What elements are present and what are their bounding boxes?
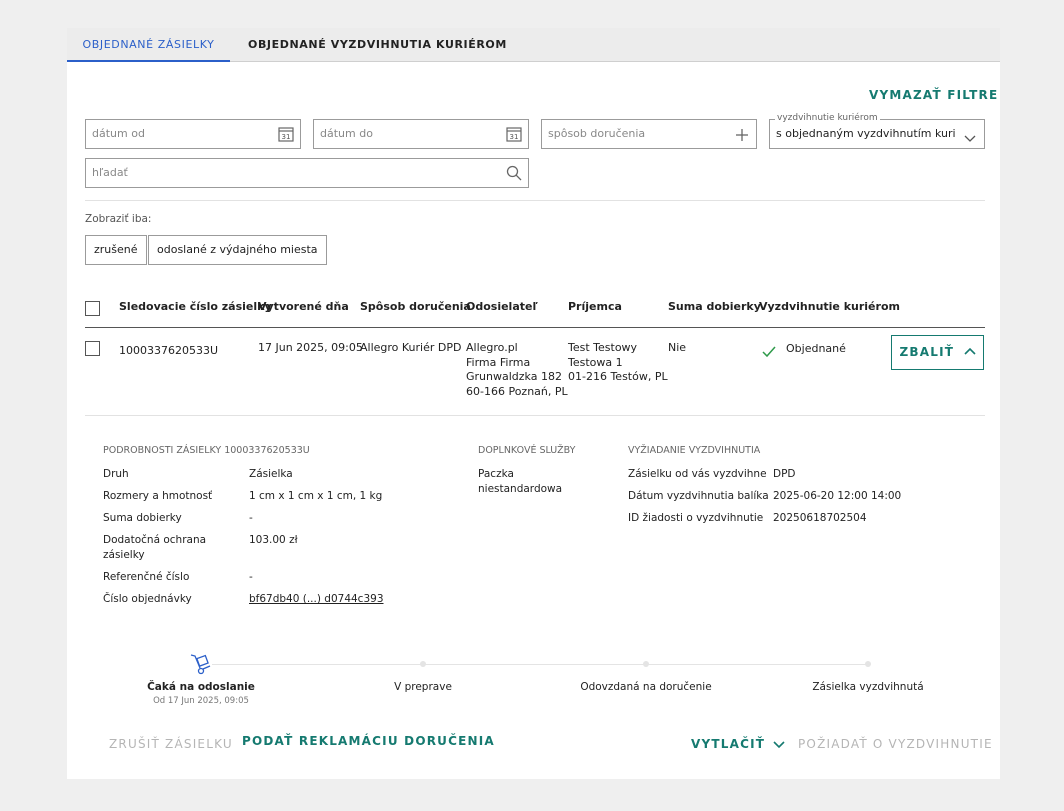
detail-value: - (249, 571, 253, 583)
tab-bar: OBJEDNANÉ ZÁSIELKY OBJEDNANÉ VYZDVIHNUTI… (67, 28, 1000, 62)
collapse-label: ZBALIŤ (899, 345, 955, 359)
clear-filters-button[interactable]: VYMAZAŤ FILTRE (869, 88, 998, 102)
search-placeholder: hľadať (92, 166, 128, 179)
filter-chip-sent-from-pickup-point[interactable]: odoslané z výdajného miesta (148, 235, 327, 265)
detail-value: 103.00 zł (249, 534, 298, 546)
extra-services-title: DOPLNKOVÉ SLUŽBY (478, 445, 576, 456)
date-to-placeholder: dátum do (320, 127, 373, 140)
details-title: PODROBNOSTI ZÁSIELKY 1000337620533U (103, 445, 310, 456)
divider (85, 200, 985, 201)
col-header-delivery: Spôsob doručenia (360, 300, 471, 313)
timeline-step-label: Odovzdaná na doručenie (580, 681, 712, 693)
chevron-down-icon[interactable] (964, 129, 976, 148)
pickup-label: Zásielku od vás vyzdvihne (628, 468, 767, 480)
courier-pickup-select[interactable]: vyzdvihnutie kuriérom s objednaným vyzdv… (769, 113, 985, 149)
cancel-shipment-button[interactable]: ZRUŠIŤ ZÁSIELKU (109, 737, 233, 751)
col-header-cod: Suma dobierky (668, 300, 761, 313)
detail-label: Suma dobierky (103, 512, 182, 524)
detail-label: Dodatočná ochrana zásielky (103, 534, 207, 561)
select-all-checkbox[interactable] (85, 301, 100, 316)
recipient-line: 01-216 Testów, PL (568, 370, 668, 383)
chevron-up-icon (963, 336, 976, 369)
plus-icon[interactable] (735, 127, 749, 146)
pickup-request-title: VYŽIADANIE VYZDVIHNUTIA (628, 445, 761, 456)
file-complaint-button[interactable]: PODAŤ REKLAMÁCIU DORUČENIA (242, 734, 495, 748)
pickup-label: Dátum vyzdvihnutia balíka (628, 490, 769, 502)
tab-ordered-courier-pickups[interactable]: OBJEDNANÉ VYZDVIHNUTIA KURIÉROM (248, 28, 507, 62)
row-checkbox[interactable] (85, 341, 100, 356)
search-field[interactable]: hľadať (85, 158, 529, 188)
timeline-dot (643, 661, 649, 667)
divider (85, 415, 985, 416)
search-icon[interactable] (506, 165, 522, 185)
print-button[interactable]: VYTLAČIŤ (691, 737, 785, 752)
svg-text:31: 31 (510, 133, 519, 141)
detail-value: 1 cm x 1 cm x 1 cm, 1 kg (249, 490, 383, 502)
detail-label: Rozmery a hmotnosť (103, 490, 213, 502)
check-icon (762, 343, 776, 362)
chevron-down-icon (772, 738, 785, 752)
row-sender: Allegro.pl Firma Firma Grunwaldzka 182 6… (466, 341, 568, 399)
row-pickup-status: Objednané (786, 342, 846, 355)
svg-text:31: 31 (282, 133, 291, 141)
timeline-step-label: Čaká na odoslanie (147, 681, 255, 693)
col-header-sender: Odosielateľ (466, 300, 538, 313)
courier-pickup-value: s objednaným vyzdvihnutím kuriérom (776, 127, 956, 140)
row-cod: Nie (668, 341, 687, 354)
pickup-value: DPD (773, 468, 796, 480)
timeline-dot (865, 661, 871, 667)
calendar-icon[interactable]: 31 (278, 126, 294, 146)
delivery-method-placeholder: spôsob doručenia (548, 127, 646, 140)
date-from-placeholder: dátum od (92, 127, 145, 140)
sender-line: 60-166 Poznań, PL (466, 384, 568, 398)
detail-value: - (249, 512, 253, 524)
print-label: VYTLAČIŤ (691, 737, 766, 751)
detail-label: Druh (103, 468, 129, 480)
extra-services-value: Paczka niestandardowa (478, 468, 563, 495)
row-recipient: Test Testowy Testowa 1 01-216 Testów, PL (568, 341, 668, 385)
pickup-value: 2025-06-20 12:00 14:00 (773, 490, 902, 502)
request-pickup-button[interactable]: POŽIADAŤ O VYZDVIHNUTIE (798, 737, 993, 751)
filter-chip-cancelled[interactable]: zrušené (85, 235, 147, 265)
sender-line: Firma Firma (466, 355, 531, 369)
col-header-recipient: Príjemca (568, 300, 622, 313)
table-header-rule (85, 327, 985, 328)
detail-label: Číslo objednávky (103, 593, 192, 605)
timeline-dot (420, 661, 426, 667)
col-header-tracking: Sledovacie číslo zásielky (119, 300, 272, 313)
order-number-link[interactable]: bf67db40 (...) d0744c393 (249, 593, 384, 605)
sender-line: Allegro.pl (466, 341, 518, 354)
hand-truck-icon (189, 653, 213, 679)
detail-value: Zásielka (249, 468, 293, 480)
timeline-track (212, 664, 868, 665)
col-header-created: Vytvorené dňa (258, 300, 349, 313)
sender-line: Grunwaldzka 182 (466, 370, 562, 383)
recipient-line: Testowa 1 (568, 355, 623, 369)
row-delivery-method: Allegro Kuriér DPD (360, 341, 462, 354)
pickup-label: ID žiadosti o vyzdvihnutie (628, 512, 764, 524)
show-only-label: Zobraziť iba: (85, 213, 152, 225)
timeline-step-label: V preprave (394, 681, 452, 693)
date-from-field[interactable]: dátum od 31 (85, 119, 301, 149)
row-created: 17 Jun 2025, 09:05 (258, 341, 363, 354)
timeline-step-label: Zásielka vyzdvihnutá (812, 681, 924, 693)
row-tracking-number: 1000337620533U (119, 344, 219, 357)
recipient-line: Test Testowy (568, 341, 638, 354)
pickup-value: 20250618702504 (773, 512, 867, 524)
collapse-button[interactable]: ZBALIŤ (891, 335, 984, 370)
date-to-field[interactable]: dátum do 31 (313, 119, 529, 149)
timeline-step-sub: Od 17 Jun 2025, 09:05 (153, 696, 249, 706)
col-header-courier-pickup: Vyzdvihnutie kuriérom (759, 300, 900, 313)
delivery-method-select[interactable]: spôsob doručenia (541, 119, 757, 149)
detail-label: Referenčné číslo (103, 571, 190, 583)
calendar-icon[interactable]: 31 (506, 126, 522, 146)
tab-ordered-shipments[interactable]: OBJEDNANÉ ZÁSIELKY (67, 28, 230, 62)
